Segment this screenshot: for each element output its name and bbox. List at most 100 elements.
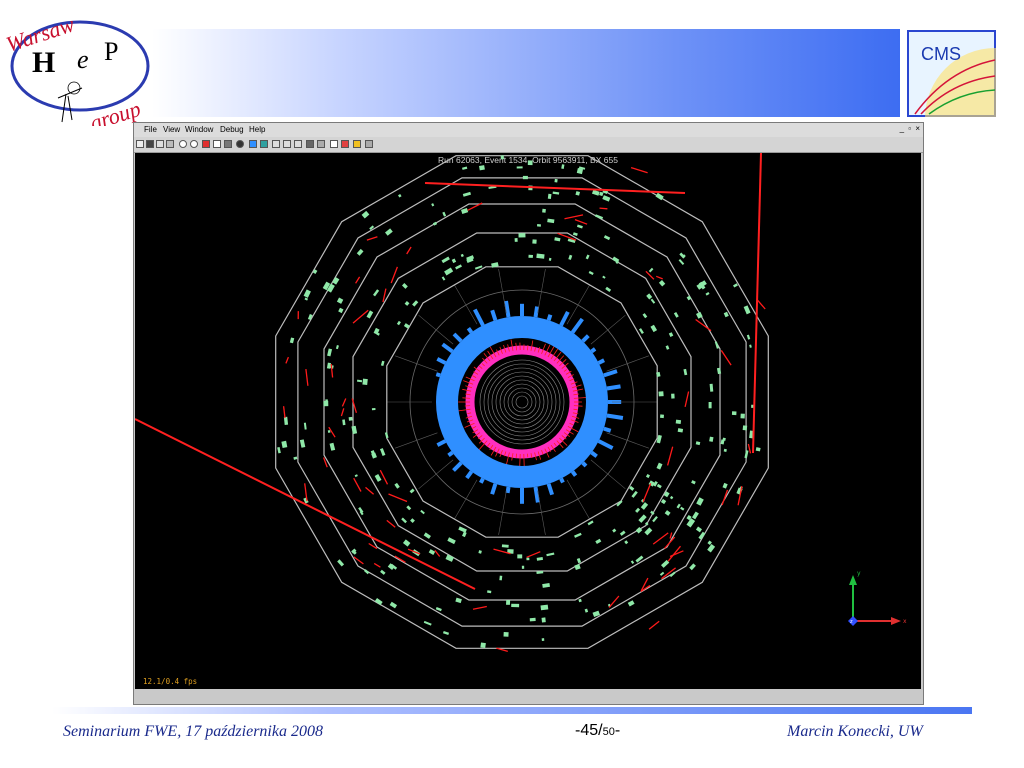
check-icon[interactable] (224, 140, 232, 148)
hcal-deposit (490, 483, 498, 495)
chamber-hit (546, 552, 555, 557)
muon-station (297, 177, 747, 627)
open-icon[interactable] (136, 140, 144, 148)
zoom-out-icon[interactable] (190, 140, 198, 148)
perspective-icon[interactable] (260, 140, 268, 148)
chamber-hit (522, 175, 528, 180)
print-icon[interactable] (156, 140, 164, 148)
chamber-hit (304, 297, 309, 301)
chamber-hit (380, 360, 385, 367)
rotate-icon[interactable] (236, 140, 244, 148)
event-display-canvas[interactable]: Run 62063, Event 1534, Orbit 9563911, BX… (135, 153, 921, 689)
chamber-hit (574, 532, 582, 538)
tracker-layer (511, 391, 533, 413)
chamber-hit (354, 474, 358, 478)
chamber-hit (542, 582, 550, 588)
chamber-hit (536, 557, 543, 561)
axis-yz-icon[interactable] (283, 140, 291, 148)
table-icon[interactable] (317, 140, 325, 148)
muon-segment (757, 299, 766, 310)
chamber-hit (338, 307, 344, 314)
chamber-hit (428, 549, 436, 555)
chamber-hit (669, 495, 674, 500)
wedge-line (454, 284, 478, 325)
toolbar (134, 137, 923, 153)
chamber-hit (603, 235, 611, 241)
axis-xz-icon[interactable] (294, 140, 302, 148)
axis-xy-icon[interactable] (272, 140, 280, 148)
camera-icon[interactable] (306, 140, 314, 148)
chamber-hit (574, 563, 581, 571)
muon-segment (574, 218, 588, 225)
chamber-hit (500, 155, 505, 160)
menu-file[interactable]: File (144, 125, 157, 134)
hcal-deposit (490, 309, 498, 321)
hand-icon[interactable] (213, 140, 221, 148)
chamber-hit (650, 298, 656, 304)
chamber-hit (394, 482, 400, 489)
chamber-hit (325, 399, 328, 403)
muon-segment (652, 532, 669, 545)
chamber-hit (733, 283, 738, 288)
hcal-deposit (504, 300, 511, 318)
chamber-hit (514, 238, 518, 242)
menu-bar: File View Window Debug Help _ ▫ × (134, 123, 923, 137)
chamber-hit (595, 538, 602, 545)
chamber-hit (695, 441, 701, 446)
chamber-hit (506, 600, 511, 605)
printer-icon[interactable] (365, 140, 373, 148)
muon-segment (526, 551, 541, 558)
chamber-hit (444, 267, 454, 276)
menu-debug[interactable]: Debug (220, 125, 244, 134)
window-controls[interactable]: _ ▫ × (900, 124, 921, 133)
hcal-deposit (466, 327, 474, 334)
chamber-hit (342, 419, 346, 426)
chamber-hit (458, 526, 467, 533)
chamber-hit (478, 550, 482, 554)
chamber-hit (409, 488, 415, 494)
chamber-hit (576, 224, 583, 229)
chamber-hit (612, 528, 617, 533)
chamber-hit (516, 166, 523, 169)
hcal-deposit (479, 477, 485, 484)
color-icon[interactable] (353, 140, 361, 148)
chamber-hit (401, 517, 407, 524)
window-icon[interactable] (330, 140, 338, 148)
menu-window[interactable]: Window (185, 125, 213, 134)
header-banner (152, 29, 900, 117)
chamber-hit (722, 437, 726, 441)
zoom-in-icon[interactable] (179, 140, 187, 148)
chamber-hit (521, 565, 525, 569)
muon-segment (669, 532, 673, 539)
save-icon[interactable] (146, 140, 154, 148)
chamber-hit (660, 498, 667, 505)
view-icon[interactable] (249, 140, 257, 148)
chamber-hit (680, 506, 685, 511)
tracker-layer (491, 371, 553, 433)
muon-segment (721, 489, 729, 506)
axis-y-label: y (857, 570, 861, 577)
wedge-line (394, 432, 438, 449)
chamber-hit (740, 413, 745, 419)
muon-segment (564, 214, 584, 220)
chamber-hit (656, 462, 663, 470)
chamber-hit (652, 515, 658, 523)
chamber-hit (518, 233, 526, 238)
muon-segment (365, 486, 375, 495)
muon-segment (305, 369, 309, 386)
menu-view[interactable]: View (163, 125, 180, 134)
grid-icon[interactable] (166, 140, 174, 148)
muon-station (323, 203, 721, 601)
muon-segment (645, 270, 655, 280)
pick-icon[interactable] (202, 140, 210, 148)
chamber-hit (542, 208, 546, 213)
chamber-hit (578, 598, 582, 603)
menu-help[interactable]: Help (249, 125, 265, 134)
chamber-hit (568, 254, 573, 260)
arrow-icon[interactable] (341, 140, 349, 148)
tracker-layer (483, 363, 561, 441)
hcal-deposit (505, 486, 511, 494)
chamber-hit (630, 560, 635, 565)
hcal-deposit (546, 314, 553, 321)
chamber-hit (707, 540, 712, 545)
